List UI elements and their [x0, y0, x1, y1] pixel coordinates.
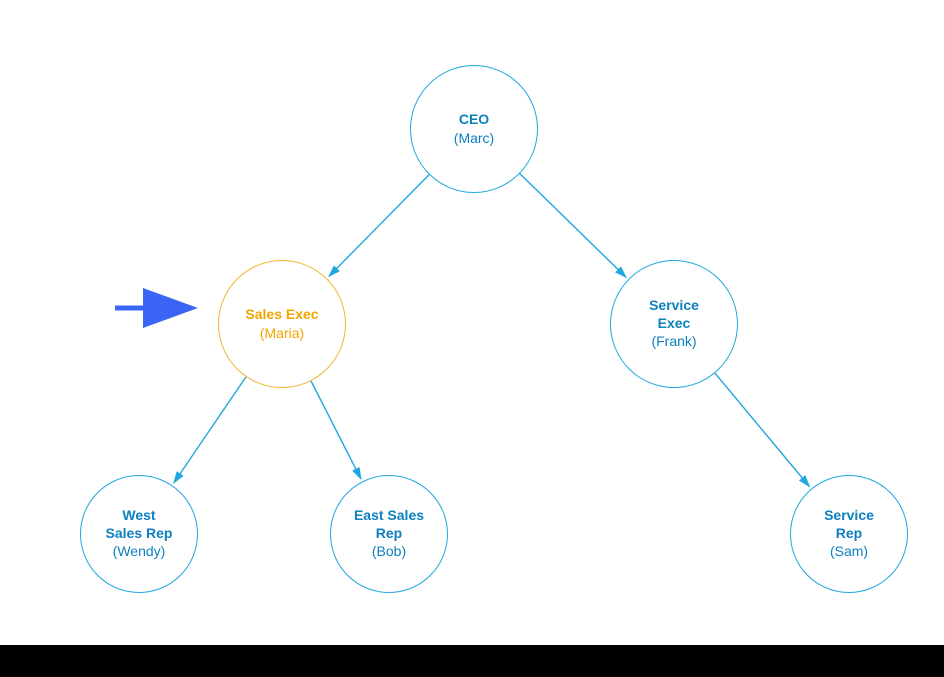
node-title: East SalesRep [354, 507, 424, 542]
node-west-rep: WestSales Rep (Wendy) [80, 475, 198, 593]
node-title: ServiceExec [649, 297, 699, 332]
node-title: Sales Exec [245, 306, 318, 324]
highlight-arrow-icon [0, 0, 100, 40]
node-east-rep: East SalesRep (Bob) [330, 475, 448, 593]
node-name: (Sam) [830, 542, 868, 560]
edge [520, 174, 626, 278]
node-ceo: CEO (Marc) [410, 65, 538, 193]
node-name: (Wendy) [113, 542, 166, 560]
node-name: (Marc) [454, 129, 494, 147]
node-title: CEO [459, 111, 489, 129]
org-chart-canvas: CEO (Marc) Sales Exec (Maria) ServiceExe… [0, 0, 944, 645]
node-title: ServiceRep [824, 507, 874, 542]
node-sales-exec: Sales Exec (Maria) [218, 260, 346, 388]
node-service-rep: ServiceRep (Sam) [790, 475, 908, 593]
node-name: (Maria) [260, 324, 304, 342]
node-name: (Bob) [372, 542, 406, 560]
node-service-exec: ServiceExec (Frank) [610, 260, 738, 388]
edge [311, 381, 361, 479]
node-name: (Frank) [651, 332, 696, 350]
edge [329, 175, 429, 277]
edge [174, 377, 246, 483]
node-title: WestSales Rep [106, 507, 173, 542]
edge [715, 373, 809, 486]
